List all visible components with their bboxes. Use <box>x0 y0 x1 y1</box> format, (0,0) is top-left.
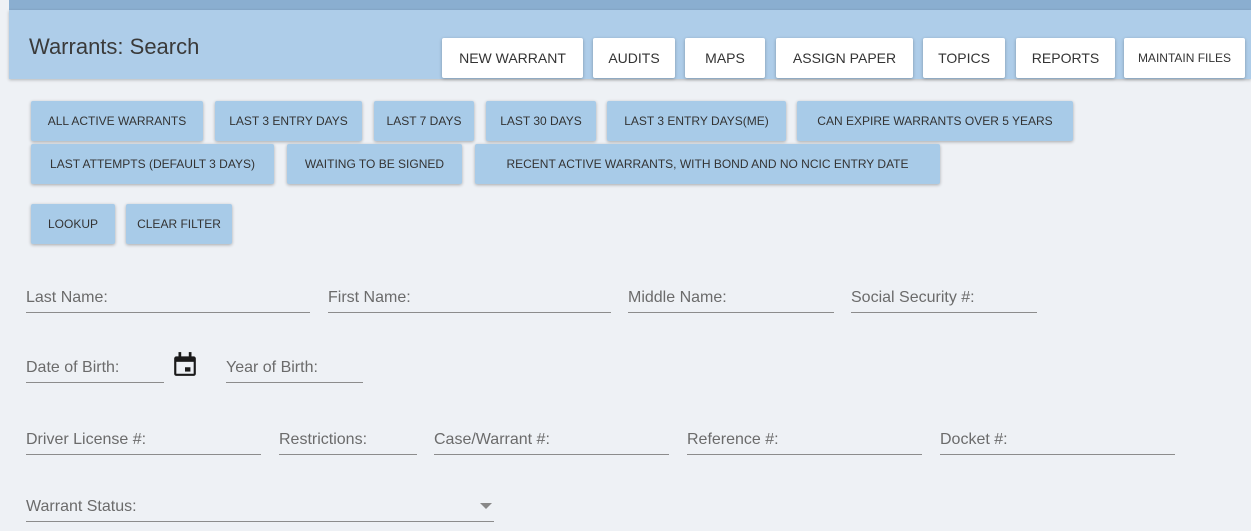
filter-recent-active-warrants[interactable]: RECENT ACTIVE WARRANTS, WITH BOND AND NO… <box>475 144 940 184</box>
middle-name-input[interactable] <box>628 284 834 312</box>
filter-last-3-entry-days[interactable]: LAST 3 ENTRY DAYS <box>215 101 362 141</box>
ssn-field[interactable] <box>851 284 1037 313</box>
lookup-button[interactable]: LOOKUP <box>31 204 115 244</box>
case-warrant-field[interactable] <box>434 426 669 455</box>
last-name-input[interactable] <box>26 284 310 312</box>
header-top-band <box>9 0 1251 10</box>
new-warrant-button[interactable]: NEW WARRANT <box>442 38 583 78</box>
restrictions-input[interactable] <box>279 426 417 454</box>
first-name-input[interactable] <box>328 284 611 312</box>
page-header: Warrants: Search NEW WARRANT AUDITS MAPS… <box>9 10 1251 79</box>
restrictions-field[interactable] <box>279 426 417 455</box>
last-name-field[interactable] <box>26 284 310 313</box>
case-warrant-input[interactable] <box>434 426 669 454</box>
calendar-icon[interactable] <box>172 350 198 378</box>
ssn-input[interactable] <box>851 284 1037 312</box>
docket-input[interactable] <box>940 426 1175 454</box>
yob-field[interactable] <box>226 354 363 383</box>
dob-input[interactable] <box>26 354 164 382</box>
docket-field[interactable] <box>940 426 1175 455</box>
warrant-status-select[interactable] <box>26 493 494 522</box>
reference-field[interactable] <box>687 426 922 455</box>
clear-filter-button[interactable]: CLEAR FILTER <box>126 204 232 244</box>
filter-last-30-days[interactable]: LAST 30 DAYS <box>486 101 596 141</box>
chevron-down-icon[interactable] <box>480 503 492 509</box>
maintain-files-button[interactable]: MAINTAIN FILES <box>1124 38 1245 78</box>
driver-license-input[interactable] <box>26 426 261 454</box>
page-title: Warrants: Search <box>29 34 200 59</box>
audits-button[interactable]: AUDITS <box>593 38 675 78</box>
filter-last-3-entry-days-me[interactable]: LAST 3 ENTRY DAYS(ME) <box>607 101 786 141</box>
filter-waiting-to-be-signed[interactable]: WAITING TO BE SIGNED <box>287 144 462 184</box>
first-name-field[interactable] <box>328 284 611 313</box>
reports-button[interactable]: REPORTS <box>1016 38 1115 78</box>
warrant-status-input[interactable] <box>26 493 494 521</box>
topics-button[interactable]: TOPICS <box>923 38 1005 78</box>
middle-name-field[interactable] <box>628 284 834 313</box>
driver-license-field[interactable] <box>26 426 261 455</box>
assign-paper-button[interactable]: ASSIGN PAPER <box>776 38 913 78</box>
filter-last-7-days[interactable]: LAST 7 DAYS <box>374 101 474 141</box>
dob-field[interactable] <box>26 354 164 383</box>
maps-button[interactable]: MAPS <box>685 38 765 78</box>
filter-last-attempts[interactable]: LAST ATTEMPTS (DEFAULT 3 DAYS) <box>31 144 274 184</box>
reference-input[interactable] <box>687 426 922 454</box>
filter-can-expire-warrants[interactable]: CAN EXPIRE WARRANTS OVER 5 YEARS <box>797 101 1073 141</box>
yob-input[interactable] <box>226 354 363 382</box>
filter-all-active-warrants[interactable]: ALL ACTIVE WARRANTS <box>31 101 203 141</box>
